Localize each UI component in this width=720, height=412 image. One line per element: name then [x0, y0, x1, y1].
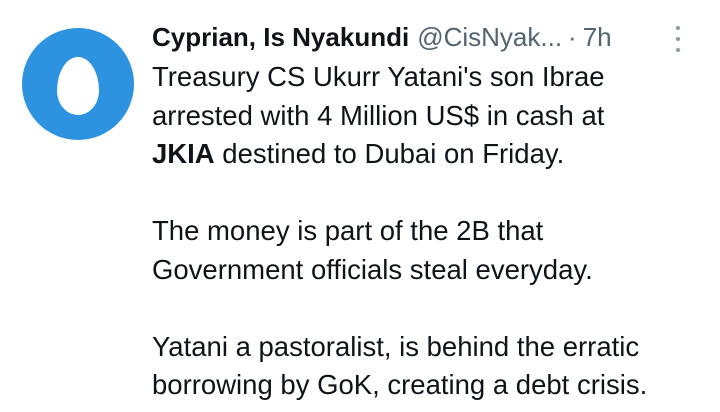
tweet-line: Treasury CS Ukurr Yatani's son Ibrae	[152, 61, 605, 92]
separator-dot: ·	[568, 21, 577, 52]
avatar[interactable]	[22, 28, 134, 140]
default-egg-avatar-icon	[57, 57, 99, 115]
tweet-text-span: destined to Dubai on Friday.	[214, 138, 565, 169]
author-handle[interactable]: @CisNyak...	[417, 22, 562, 53]
more-dot	[676, 48, 680, 52]
tweet-line: Government officials steal everyday.	[152, 253, 593, 285]
author-name[interactable]: Cyprian, Is Nyakundi	[152, 22, 409, 53]
tweet-line: The money is part of the 2B that	[152, 215, 544, 246]
tweet-time[interactable]: 7h	[583, 22, 612, 53]
more-dot	[676, 37, 680, 41]
tweet-line: JKIA destined to Dubai on Friday.	[152, 135, 712, 174]
more-dot	[676, 26, 680, 30]
more-vertical-icon[interactable]	[673, 26, 683, 52]
tweet-header: Cyprian, Is Nyakundi @CisNyak... · 7h	[152, 18, 712, 56]
bold-text: JKIA	[152, 138, 215, 169]
tweet-text: Treasury CS Ukurr Yatani's son Ibrae arr…	[152, 58, 712, 405]
tweet-line: borrowing by GoK, creating a debt crisis…	[152, 369, 648, 400]
tweet-line: arrested with 4 Million US$ in cash at	[152, 99, 605, 131]
tweet-line: Yatani a pastoralist, is behind the erra…	[152, 330, 640, 362]
tweet[interactable]: Cyprian, Is Nyakundi @CisNyak... · 7h Tr…	[0, 0, 720, 412]
tweet-content: Cyprian, Is Nyakundi @CisNyak... · 7h Tr…	[152, 18, 712, 405]
